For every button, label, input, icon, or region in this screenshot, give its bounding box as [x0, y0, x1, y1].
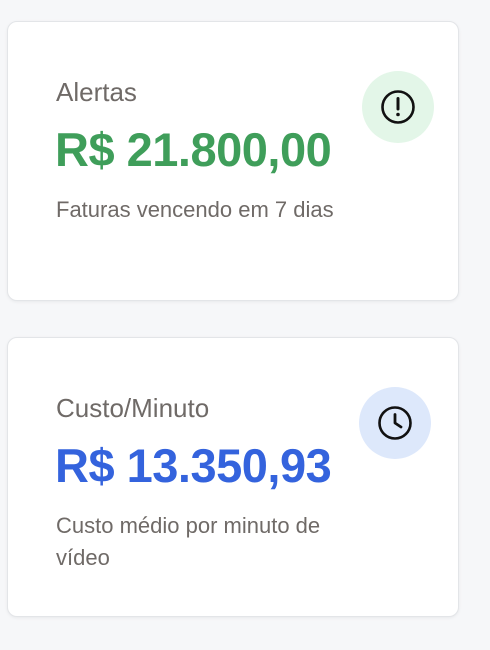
alert-card: Alertas R$ 21.800,00 Faturas vencendo em… [7, 21, 459, 301]
clock-icon [378, 406, 412, 440]
alert-icon-badge [362, 71, 434, 143]
cost-card-value: R$ 13.350,93 [55, 439, 332, 492]
alert-circle-icon [381, 90, 415, 124]
clock-icon-badge [359, 387, 431, 459]
cost-per-minute-card: Custo/Minuto R$ 13.350,93 Custo médio po… [7, 337, 459, 617]
alert-card-title: Alertas [56, 77, 137, 107]
cost-card-title: Custo/Minuto [56, 393, 210, 423]
cost-card-description: Custo médio por minuto de vídeo [56, 513, 321, 570]
alert-card-value: R$ 21.800,00 [55, 123, 332, 176]
alert-card-description: Faturas vencendo em 7 dias [56, 197, 334, 222]
